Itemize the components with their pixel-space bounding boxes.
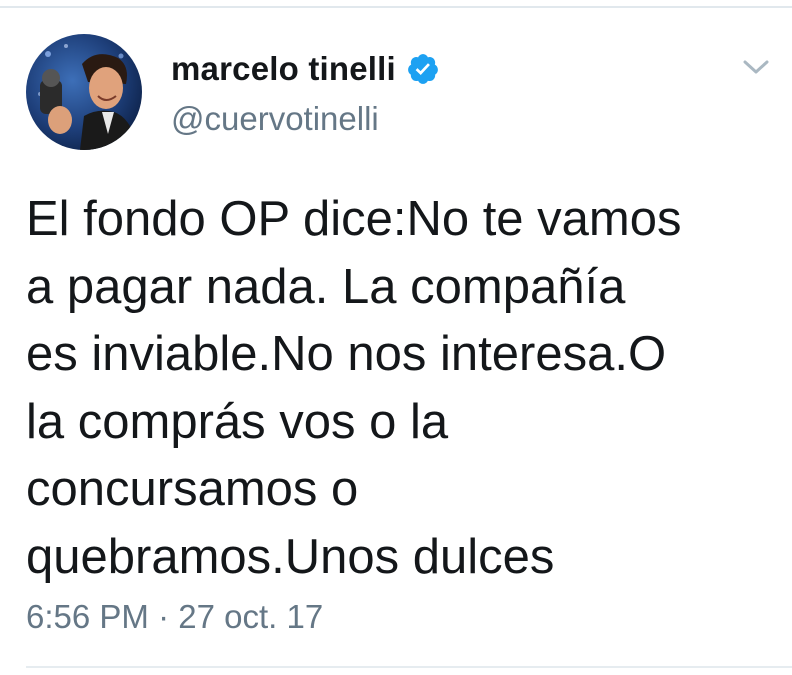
top-divider xyxy=(0,6,792,8)
tweet-timestamp[interactable]: 6:56 PM · 27 oct. 17 xyxy=(26,598,323,636)
avatar[interactable] xyxy=(26,34,142,150)
tweet-time: 6:56 PM xyxy=(26,598,149,635)
author-handle[interactable]: @cuervotinelli xyxy=(171,100,379,138)
timestamp-separator: · xyxy=(158,598,170,635)
bottom-divider xyxy=(26,666,792,668)
avatar-photo-icon xyxy=(26,34,142,150)
author-display-name[interactable]: marcelo tinelli xyxy=(171,50,396,88)
chevron-down-icon[interactable] xyxy=(741,56,771,78)
tweet-text: El fondo OP dice:No te vamos a pagar nad… xyxy=(26,192,682,584)
verified-badge-icon xyxy=(406,52,440,86)
tweet-date: 27 oct. 17 xyxy=(178,598,324,635)
author-name-row: marcelo tinelli xyxy=(171,47,440,91)
